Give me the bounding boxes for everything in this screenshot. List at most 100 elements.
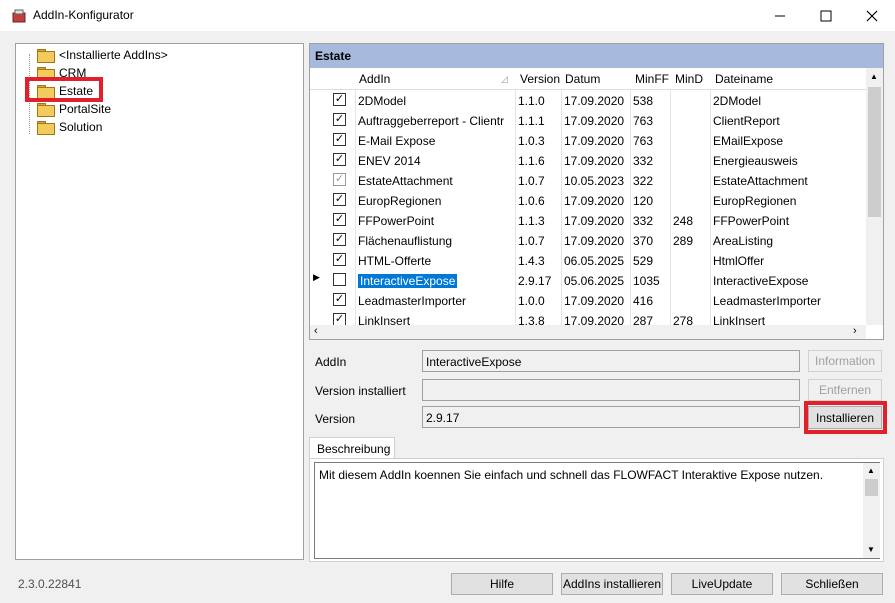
cell-datum: 17.09.2020 <box>564 294 628 308</box>
cell-minff: 370 <box>633 234 669 248</box>
cell-text: 17.09.2020 <box>564 114 625 128</box>
cell-text: 529 <box>633 254 654 268</box>
cell-text: 1.0.3 <box>518 134 545 148</box>
maximize-icon[interactable] <box>803 0 849 31</box>
cell-text: 17.09.2020 <box>564 234 625 248</box>
cell-minff: 120 <box>633 194 669 208</box>
close-button[interactable]: Schließen <box>781 573 883 595</box>
install-addins-button[interactable]: AddIns installieren <box>561 573 663 595</box>
table-row[interactable]: ✓ 2DModel 1.1.0 17.09.2020 538 2DModel <box>310 90 866 110</box>
enable-checkbox[interactable]: ✓ <box>333 253 346 266</box>
cell-addin: EuropRegionen <box>358 194 513 208</box>
tab-beschreibung[interactable]: Beschreibung <box>309 437 395 459</box>
scroll-left-icon[interactable]: ‹ <box>314 325 318 337</box>
cell-minff: 763 <box>633 114 669 128</box>
description-scrollbar[interactable]: ▲ ▼ <box>863 463 880 558</box>
table-row[interactable]: ✓ FFPowerPoint 1.1.3 17.09.2020 332 248 FFPowe… <box>310 210 866 230</box>
cell-addin: HTML-Offerte <box>358 254 513 268</box>
cell-minff: 763 <box>633 134 669 148</box>
cell-text: 248 <box>673 214 694 228</box>
scrollbar-thumb[interactable] <box>865 479 878 496</box>
cell-text: 17.09.2020 <box>564 94 625 108</box>
version-field[interactable]: 2.9.17 <box>422 406 800 428</box>
install-highlight-box <box>804 401 887 434</box>
cell-text: 17.09.2020 <box>564 134 625 148</box>
scroll-up-icon[interactable]: ▲ <box>867 466 875 475</box>
cell-text: HTML-Offerte <box>358 254 432 268</box>
column-header-version[interactable]: Version <box>520 72 560 86</box>
cell-datum: 17.09.2020 <box>564 94 628 108</box>
grid-caption: Estate <box>310 44 883 68</box>
minimize-icon[interactable] <box>757 0 803 31</box>
cell-datum: 17.09.2020 <box>564 114 628 128</box>
cell-datei: EstateAttachment <box>713 174 863 188</box>
scrollbar-thumb[interactable] <box>868 87 881 217</box>
enable-checkbox[interactable]: ✓ <box>333 113 346 126</box>
table-row[interactable]: ✓ EstateAttachment 1.0.7 10.05.2023 322 Estat… <box>310 170 866 190</box>
tree-item-portalsite[interactable]: PortalSite <box>37 100 111 118</box>
cell-text: 1.0.7 <box>518 174 545 188</box>
cell-version: 1.0.7 <box>518 174 560 188</box>
information-button[interactable]: Information <box>808 350 882 372</box>
grid-horizontal-scrollbar[interactable]: ‹ › <box>310 325 866 339</box>
scroll-right-icon[interactable]: › <box>853 325 857 337</box>
cell-text: 10.05.2023 <box>564 174 625 188</box>
table-row[interactable]: ✓ LeadmasterImporter 1.0.0 17.09.2020 416 Lea… <box>310 290 866 310</box>
addin-field[interactable]: InteractiveExpose <box>422 350 800 372</box>
version-label: Version <box>315 412 356 426</box>
addin-category-tree[interactable]: <Installierte AddIns> CRM Estate PortalS… <box>15 43 304 560</box>
cell-text: ENEV 2014 <box>358 154 421 168</box>
addin-grid[interactable]: Estate AddIn ◿ Version Datum MinFF MinD … <box>309 43 884 340</box>
table-row[interactable]: ✓ HTML-Offerte 1.4.3 06.05.2025 529 HtmlOffer <box>310 250 866 270</box>
cell-text: 17.09.2020 <box>564 154 625 168</box>
addin-label: AddIn <box>315 355 347 369</box>
cell-addin: Auftraggeberreport - Clientr <box>358 114 513 128</box>
column-header-addin[interactable]: AddIn <box>359 72 390 86</box>
scroll-up-icon[interactable]: ▲ <box>870 72 878 81</box>
cell-datei: AreaListing <box>713 234 863 248</box>
tree-item-solution[interactable]: Solution <box>37 118 102 136</box>
column-header-datum[interactable]: Datum <box>565 72 600 86</box>
cell-text: Auftraggeberreport - Clientr <box>358 114 505 128</box>
column-header-minff[interactable]: MinFF <box>635 72 669 86</box>
cell-text: LeadmasterImporter <box>713 294 822 308</box>
column-header-dateiname[interactable]: Dateiname <box>715 72 773 86</box>
table-row[interactable]: ✓ Flächenauflistung 1.0.7 17.09.2020 370 289 A… <box>310 230 866 250</box>
enable-checkbox[interactable]: ✓ <box>333 93 346 106</box>
enable-checkbox[interactable]: ✓ <box>333 193 346 206</box>
scroll-down-icon[interactable]: ▼ <box>867 545 875 554</box>
enable-checkbox[interactable]: ✓ <box>333 173 346 186</box>
column-header-mind[interactable]: MinD <box>675 72 703 86</box>
table-row[interactable]: ✓ E-Mail Expose 1.0.3 17.09.2020 763 EMailExp… <box>310 130 866 150</box>
enable-checkbox[interactable]: ✓ <box>333 293 346 306</box>
table-row[interactable]: ✓ ENEV 2014 1.1.6 17.09.2020 332 Energieauswe… <box>310 150 866 170</box>
folder-icon <box>37 121 55 135</box>
cell-addin: InteractiveExpose <box>358 274 513 288</box>
cell-text: 416 <box>633 294 654 308</box>
tree-item-label: PortalSite <box>59 102 112 116</box>
enable-checkbox[interactable]: ✓ <box>333 213 346 226</box>
liveupdate-button[interactable]: LiveUpdate <box>671 573 773 595</box>
cell-addin: 2DModel <box>358 94 513 108</box>
enable-checkbox[interactable]: ✓ <box>333 153 346 166</box>
grid-vertical-scrollbar[interactable]: ▲ <box>866 68 883 325</box>
description-textbox[interactable]: Mit diesem AddIn koennen Sie einfach und… <box>314 462 880 559</box>
folder-icon <box>37 103 55 117</box>
cell-text: 763 <box>633 134 654 148</box>
cell-datei: LeadmasterImporter <box>713 294 863 308</box>
table-row[interactable]: ✓ Auftraggeberreport - Clientr 1.1.1 17.09.… <box>310 110 866 130</box>
tree-item-installed-addins[interactable]: <Installierte AddIns> <box>37 46 168 64</box>
title-bar[interactable]: AddIn-Konfigurator <box>0 0 895 31</box>
table-row[interactable]: ▶ InteractiveExpose 2.9.17 05.06.2025 1035 In… <box>310 270 866 290</box>
enable-checkbox[interactable] <box>333 273 346 286</box>
cell-text: HtmlOffer <box>713 254 765 268</box>
cell-text: 1.1.1 <box>518 114 545 128</box>
enable-checkbox[interactable]: ✓ <box>333 233 346 246</box>
help-button[interactable]: Hilfe <box>451 573 553 595</box>
enable-checkbox[interactable]: ✓ <box>333 133 346 146</box>
version-installed-field[interactable] <box>422 379 800 401</box>
table-row[interactable]: ✓ EuropRegionen 1.0.6 17.09.2020 120 EuropReg… <box>310 190 866 210</box>
remove-button[interactable]: Entfernen <box>808 379 882 401</box>
close-icon[interactable] <box>849 0 895 31</box>
cell-text: 332 <box>633 214 654 228</box>
